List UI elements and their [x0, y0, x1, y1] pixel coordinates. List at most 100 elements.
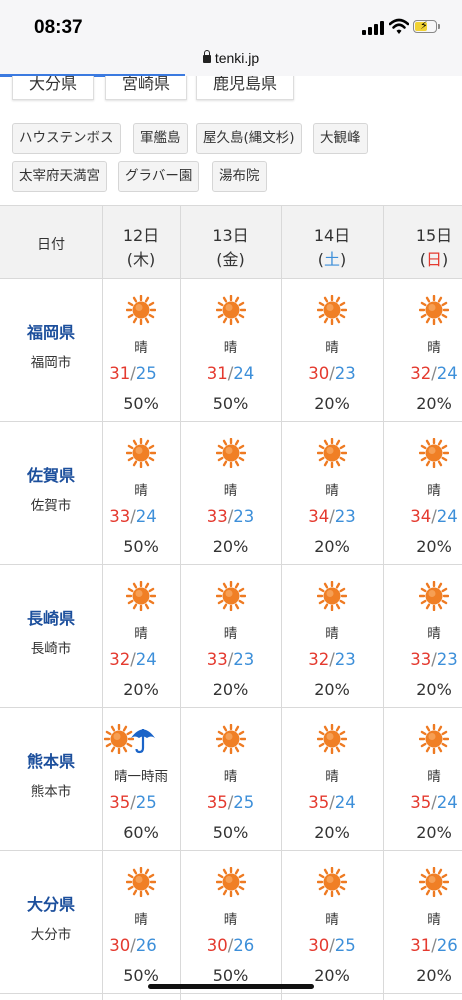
weather-text: 晴 [325, 340, 339, 356]
forecast-cell[interactable]: 晴 30/25 20% [281, 851, 383, 993]
high-temp: 31 [109, 364, 131, 383]
forecast-cell[interactable]: 晴 33/23 20% [383, 565, 462, 707]
forecast-cell[interactable]: 晴 34/23 20% [281, 422, 383, 564]
day-date: 14日 [313, 226, 351, 245]
precip-probability: 20% [314, 394, 350, 413]
prefecture-link[interactable]: 福岡県 [0, 319, 102, 343]
temperature: 30/26 [206, 936, 255, 955]
precip-probability: 20% [212, 680, 249, 699]
high-temp: 34 [308, 507, 330, 526]
sun-icon [316, 723, 348, 755]
sun-icon [418, 294, 450, 326]
forecast-cell[interactable]: 晴 31/25 50% [102, 279, 180, 421]
precip-probability: 20% [314, 680, 350, 699]
sun-icon [125, 294, 157, 326]
weather-text: 晴 [134, 340, 148, 356]
prefecture-link[interactable]: 大分県 [0, 891, 102, 915]
prefecture-chip-oita[interactable]: 大分県 [12, 76, 95, 100]
prefecture-chip-kagoshima[interactable]: 鹿児島県 [196, 76, 295, 100]
spot-tag-daikanbo[interactable]: 大観峰 [313, 123, 368, 154]
forecast-cell[interactable]: 晴 32/24 20% [383, 279, 462, 421]
prefecture-link[interactable]: 佐賀県 [0, 462, 102, 486]
forecast-cell[interactable]: 晴 31/26 20% [383, 851, 462, 993]
weather-text: 晴 [325, 483, 339, 499]
high-temp: 35 [206, 793, 228, 812]
forecast-cell[interactable]: 晴 34/24 20% [383, 422, 462, 564]
forecast-cell[interactable]: 晴 33/23 20% [180, 422, 281, 564]
table-header-row: 日付 12日 (木) 13日 (金) 14日 (土) 15日 (日) [0, 205, 462, 279]
spot-tag-glover-garden[interactable]: グラバー園 [118, 161, 200, 192]
city-label: 福岡市 [30, 355, 72, 371]
day-header-0: 12日 (木) [102, 206, 180, 278]
forecast-cell[interactable]: 晴 35/25 50% [180, 708, 281, 850]
spot-tag-gunkanjima[interactable]: 軍艦島 [133, 123, 188, 154]
home-indicator [148, 984, 314, 989]
weather-text: 晴 [223, 483, 238, 499]
forecast-cell[interactable]: 晴 31/24 50% [180, 279, 281, 421]
sun-icon [316, 294, 348, 326]
temperature: 33/23 [410, 650, 458, 669]
day-header-2: 14日 (土) [281, 206, 383, 278]
spot-tag-huis-ten-bosch[interactable]: ハウステンボス [12, 123, 121, 154]
sun-icon [418, 580, 450, 612]
high-temp: 33 [410, 650, 432, 669]
forecast-cell[interactable]: 晴 30/23 20% [281, 279, 383, 421]
weather-text: 晴 [427, 626, 441, 642]
high-temp: 32 [109, 650, 131, 669]
city-label: 長崎市 [30, 641, 72, 657]
high-temp: 30 [308, 936, 330, 955]
temperature: 35/25 [206, 793, 255, 812]
weather-text: 晴 [223, 769, 238, 785]
forecast-cell[interactable]: 晴 33/23 20% [180, 565, 281, 707]
precip-probability: 60% [123, 823, 159, 842]
sun-icon [215, 294, 246, 326]
low-temp: 24 [233, 364, 255, 383]
forecast-cell[interactable]: 晴 35/24 20% [281, 708, 383, 850]
weather-text: 晴 [427, 483, 441, 499]
status-time: 08:37 [34, 17, 83, 38]
low-temp: 24 [334, 793, 356, 812]
weather-text: 晴 [134, 483, 148, 499]
forecast-cell[interactable]: 晴 32/23 20% [281, 565, 383, 707]
temperature: 35/24 [410, 793, 458, 812]
precip-probability: 20% [314, 966, 350, 985]
temperature: 34/23 [308, 507, 356, 526]
forecast-cell[interactable]: 晴 30/26 50% [102, 851, 180, 993]
day-of-week: (日) [419, 250, 449, 269]
spot-tag-yakushima[interactable]: 屋久島(縄文杉) [196, 123, 302, 154]
prefecture-link[interactable]: 熊本県 [0, 748, 102, 772]
low-temp: 26 [233, 936, 255, 955]
low-temp: 23 [436, 650, 458, 669]
sun-icon [418, 437, 450, 469]
spot-tag-yufuin[interactable]: 湯布院 [212, 161, 267, 192]
column-divider [281, 205, 282, 1000]
address-bar[interactable]: tenki.jp [0, 50, 462, 66]
spot-tag-dazaifu[interactable]: 太宰府天満宮 [12, 161, 107, 192]
forecast-cell[interactable]: 晴 32/24 20% [102, 565, 180, 707]
forecast-table: 日付 12日 (木) 13日 (金) 14日 (土) 15日 (日) 福岡県 福岡市晴 31/25… [0, 205, 462, 1000]
precip-probability: 50% [212, 966, 249, 985]
temperature: 33/23 [206, 507, 255, 526]
high-temp: 32 [410, 364, 432, 383]
precip-probability: 20% [416, 966, 452, 985]
forecast-cell[interactable]: 晴一時雨 35/25 60% [102, 708, 180, 850]
forecast-cell[interactable]: 晴 33/24 50% [102, 422, 180, 564]
precip-probability: 20% [416, 680, 452, 699]
temperature: 33/24 [109, 507, 157, 526]
forecast-cell[interactable]: 晴 35/24 20% [383, 708, 462, 850]
prefecture-chip-miyazaki[interactable]: 宮崎県 [105, 76, 188, 100]
sun-icon [316, 437, 348, 469]
column-divider [102, 205, 103, 1000]
day-header-1: 13日 (金) [180, 206, 281, 278]
weather-text: 晴一時雨 [114, 769, 168, 785]
high-temp: 33 [206, 507, 228, 526]
high-temp: 35 [308, 793, 330, 812]
precip-probability: 50% [212, 823, 249, 842]
precip-probability: 20% [123, 680, 159, 699]
precip-probability: 50% [123, 394, 159, 413]
sun-icon [418, 723, 450, 755]
forecast-cell[interactable]: 晴 30/26 50% [180, 851, 281, 993]
prefecture-link[interactable]: 長崎県 [0, 605, 102, 629]
low-temp: 23 [334, 364, 356, 383]
sun-icon [125, 580, 157, 612]
